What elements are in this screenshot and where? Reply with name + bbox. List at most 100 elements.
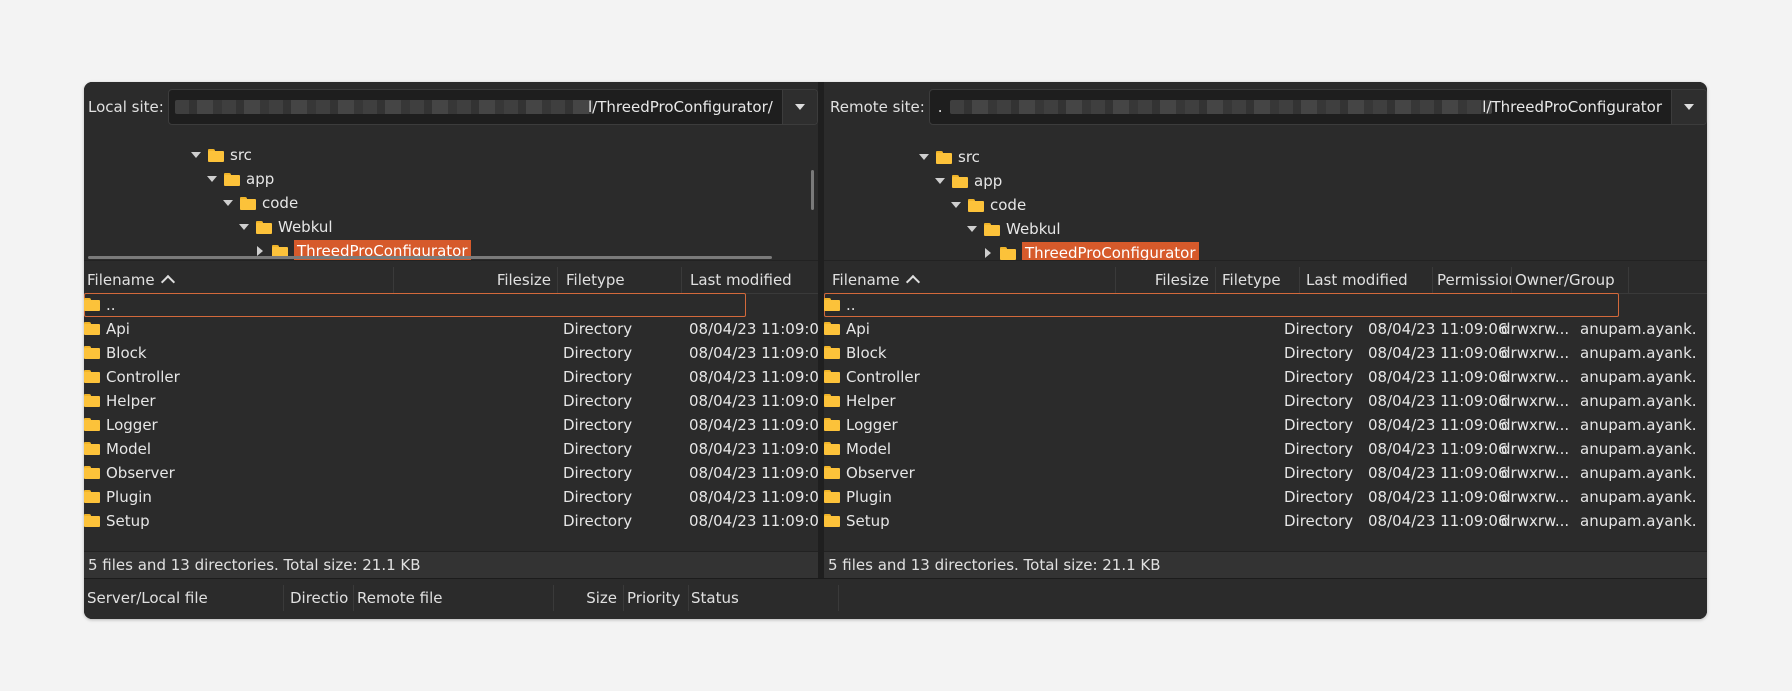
transfer-queue[interactable]: Server/Local file Directio Remote file S… <box>84 578 1707 619</box>
filetype-text: Directory <box>1284 488 1354 506</box>
filename-text: Block <box>106 344 147 362</box>
local-file-list[interactable]: Filename Filesize Filetype Last modified… <box>84 267 818 551</box>
filetype-text: Directory <box>1284 320 1354 338</box>
queue-column-status[interactable]: Status <box>689 585 839 611</box>
remote-directory-tree[interactable]: src app code Webkul ThreedProConfigurato <box>824 132 1707 261</box>
folder-icon <box>84 466 100 479</box>
expand-arrow-icon[interactable] <box>980 245 996 260</box>
folder-icon <box>84 442 100 455</box>
file-row[interactable]: Setup Directory 08/04/23 11:09:06 <box>84 509 818 533</box>
local-file-rows: .. Api Directory 08/04/23 11:09:06 Block Dire… <box>84 293 818 551</box>
filename-text: .. <box>846 296 856 314</box>
filetype-text: Directory <box>1284 464 1354 482</box>
collapse-arrow-icon[interactable] <box>932 173 948 189</box>
tree-item-threedproconfigurator[interactable]: ThreedProConfigurator <box>980 242 1199 260</box>
tree-item-webkul[interactable]: Webkul <box>236 216 333 238</box>
filetype-text: Directory <box>1284 440 1354 458</box>
file-row[interactable]: Api Directory 08/04/23 11:09:06 <box>84 317 818 341</box>
tree-horizontal-scrollbar[interactable] <box>88 256 772 259</box>
column-last-modified[interactable]: Last modified <box>682 267 818 293</box>
folder-icon <box>84 370 100 383</box>
remote-path-combo[interactable]: . l/ThreedProConfigurator <box>928 89 1707 125</box>
permissions-text: drwxrw... <box>1501 320 1570 338</box>
last-modified-text: 08/04/23 11:09:06 <box>689 368 818 386</box>
collapse-arrow-icon[interactable] <box>916 149 932 165</box>
file-row[interactable]: Plugin Directory 08/04/23 11:09:06 drwxrw..… <box>824 485 1707 509</box>
file-row[interactable]: Block Directory 08/04/23 11:09:06 <box>84 341 818 365</box>
column-permissions[interactable]: Permissior <box>1433 267 1512 293</box>
column-filesize[interactable]: Filesize <box>394 267 558 293</box>
filename-text: Plugin <box>846 488 892 506</box>
file-row[interactable]: Controller Directory 08/04/23 11:09:06 drwx… <box>824 365 1707 389</box>
tree-item-code[interactable]: code <box>220 192 298 214</box>
tree-item-webkul[interactable]: Webkul <box>964 218 1061 240</box>
column-filename[interactable]: Filename <box>824 267 1116 293</box>
file-row[interactable]: Helper Directory 08/04/23 11:09:06 <box>84 389 818 413</box>
last-modified-text: 08/04/23 11:09:06 <box>689 512 818 530</box>
queue-column-size[interactable]: Size <box>554 585 624 611</box>
folder-icon <box>208 148 224 162</box>
queue-column-remote-file[interactable]: Remote file <box>354 585 554 611</box>
queue-column-priority[interactable]: Priority <box>624 585 689 611</box>
tree-item-src[interactable]: src <box>188 144 252 166</box>
filename-text: Helper <box>106 392 156 410</box>
filetype-text: Directory <box>563 416 633 434</box>
parent-directory-row[interactable]: .. <box>824 293 1707 317</box>
collapse-arrow-icon[interactable] <box>204 171 220 187</box>
file-row[interactable]: Model Directory 08/04/23 11:09:06 <box>84 437 818 461</box>
tree-item-src[interactable]: src <box>916 146 980 168</box>
file-row[interactable]: Model Directory 08/04/23 11:09:06 drwxrw...… <box>824 437 1707 461</box>
collapse-arrow-icon[interactable] <box>236 219 252 235</box>
remote-site-label: Remote site: <box>830 98 925 116</box>
folder-icon <box>824 490 840 503</box>
parent-directory-row[interactable]: .. <box>84 293 818 317</box>
remote-file-list[interactable]: Filename Filesize Filetype Last modified… <box>824 267 1707 551</box>
folder-icon <box>84 490 100 503</box>
filezilla-window: Local site: l/ThreedProConfigurator/ src… <box>84 82 1707 619</box>
redacted-path <box>949 100 1492 114</box>
collapse-arrow-icon[interactable] <box>948 197 964 213</box>
filename-text: Plugin <box>106 488 152 506</box>
file-row[interactable]: Setup Directory 08/04/23 11:09:06 drwxrw...… <box>824 509 1707 533</box>
queue-column-direction[interactable]: Directio <box>284 585 354 611</box>
local-path-combo[interactable]: l/ThreedProConfigurator/ <box>167 89 818 125</box>
file-row[interactable]: Plugin Directory 08/04/23 11:09:06 <box>84 485 818 509</box>
last-modified-text: 08/04/23 11:09:06 <box>1368 320 1508 338</box>
collapse-arrow-icon[interactable] <box>188 147 204 163</box>
permissions-text: drwxrw... <box>1501 416 1570 434</box>
collapse-arrow-icon[interactable] <box>220 195 236 211</box>
column-owner-group[interactable]: Owner/Group <box>1512 267 1629 293</box>
local-directory-tree[interactable]: src app code Webkul ThreedProConfigurato <box>84 132 818 261</box>
local-path-dropdown-button[interactable] <box>781 90 817 124</box>
file-row[interactable]: Observer Directory 08/04/23 11:09:06 drwxrw… <box>824 461 1707 485</box>
column-filename[interactable]: Filename <box>84 267 394 293</box>
filename-text: Controller <box>846 368 920 386</box>
file-row[interactable]: Block Directory 08/04/23 11:09:06 drwxrw...… <box>824 341 1707 365</box>
filename-text: Setup <box>846 512 890 530</box>
file-row[interactable]: Helper Directory 08/04/23 11:09:06 drwxrw..… <box>824 389 1707 413</box>
local-pane: Local site: l/ThreedProConfigurator/ src… <box>84 82 818 578</box>
column-filesize[interactable]: Filesize <box>1116 267 1216 293</box>
tree-item-app[interactable]: app <box>932 170 1002 192</box>
tree-vertical-scrollbar[interactable] <box>811 170 814 210</box>
collapse-arrow-icon[interactable] <box>964 221 980 237</box>
queue-column-server-local-file[interactable]: Server/Local file <box>84 585 284 611</box>
folder-icon <box>824 466 840 479</box>
redacted-path <box>174 100 593 114</box>
file-row[interactable]: Observer Directory 08/04/23 11:09:06 <box>84 461 818 485</box>
file-row[interactable]: Logger Directory 08/04/23 11:09:06 drwxrw..… <box>824 413 1707 437</box>
tree-item-code[interactable]: code <box>948 194 1026 216</box>
remote-path-prefix: . <box>937 98 943 116</box>
last-modified-text: 08/04/23 11:09:06 <box>1368 488 1508 506</box>
filename-text: Helper <box>846 392 896 410</box>
permissions-text: drwxrw... <box>1501 440 1570 458</box>
remote-path-dropdown-button[interactable] <box>1671 90 1706 124</box>
column-last-modified[interactable]: Last modified <box>1300 267 1433 293</box>
folder-icon <box>824 322 840 335</box>
file-row[interactable]: Logger Directory 08/04/23 11:09:06 <box>84 413 818 437</box>
column-filetype[interactable]: Filetype <box>1216 267 1300 293</box>
file-row[interactable]: Api Directory 08/04/23 11:09:06 drwxrw... an… <box>824 317 1707 341</box>
file-row[interactable]: Controller Directory 08/04/23 11:09:06 <box>84 365 818 389</box>
column-filetype[interactable]: Filetype <box>558 267 682 293</box>
tree-item-app[interactable]: app <box>204 168 274 190</box>
